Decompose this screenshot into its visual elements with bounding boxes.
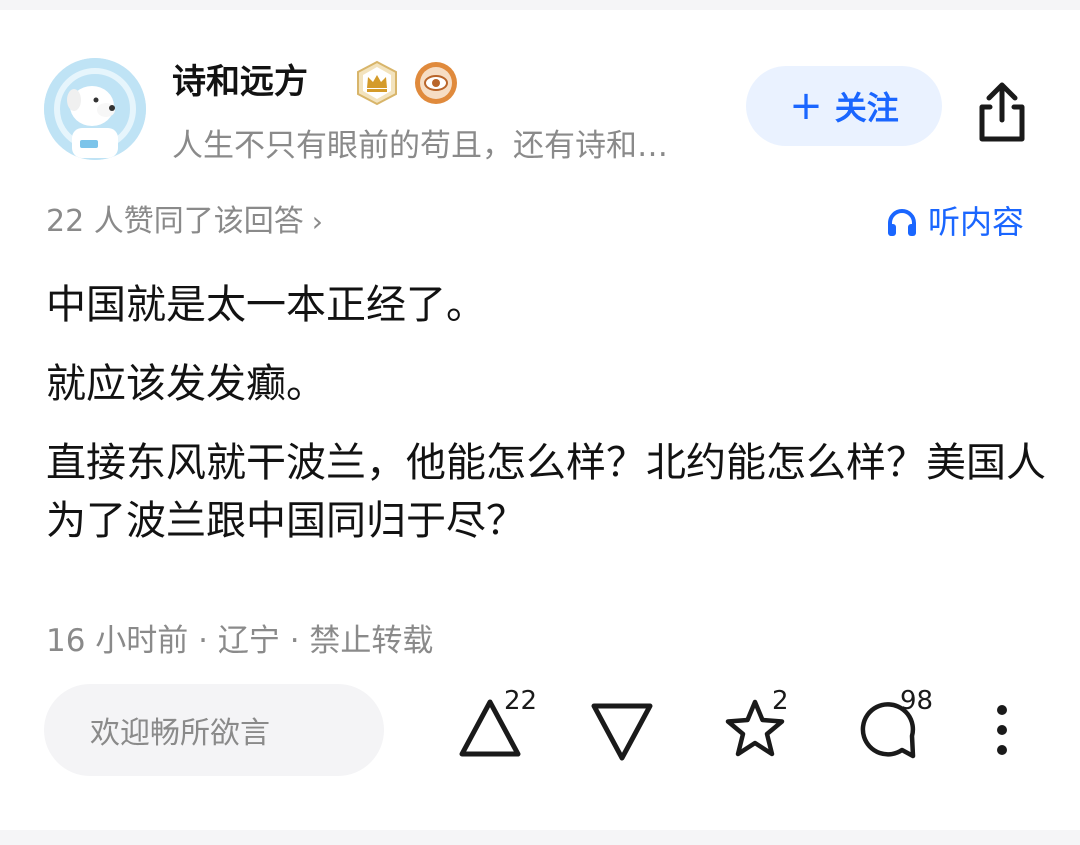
comment-button[interactable]: 98 (858, 686, 938, 764)
more-options-icon[interactable] (988, 704, 1016, 760)
listen-button[interactable]: 听内容 (886, 200, 1024, 244)
crown-badge-icon[interactable] (354, 60, 400, 106)
follow-button[interactable]: + 关注 (746, 66, 942, 146)
upvote-count: 22 (504, 686, 538, 716)
follow-label: 关注 (834, 89, 899, 127)
comment-count: 98 (900, 686, 934, 716)
avatar[interactable] (44, 58, 146, 160)
downvote-triangle-icon (591, 703, 653, 761)
author-name[interactable]: 诗和远方 (172, 62, 308, 102)
answer-paragraph: 直接东风就干波兰，他能怎么样？北约能怎么样？美国人为了波兰跟中国同归于尽？ (46, 440, 1046, 544)
share-icon[interactable] (972, 80, 1032, 146)
answer-card: 诗和远方 人生不只有眼前的苟且，还有诗和… + 关注 22 人赞同了该回答 › … (0, 10, 1080, 830)
answer-content: 中国就是太一本正经了。 就应该发发癫。 直接东风就干波兰，他能怎么样？北约能怎么… (46, 276, 1046, 571)
headphones-icon (888, 209, 916, 236)
upvote-summary-link[interactable]: 22 人赞同了该回答 › (46, 200, 323, 244)
answer-timestamp: 16 小时前 · 辽宁 · 禁止转载 (46, 623, 434, 659)
favorite-count: 2 (772, 686, 789, 716)
chevron-right-icon: › (311, 205, 323, 238)
avatar-dog-image (44, 58, 146, 160)
listen-label: 听内容 (928, 203, 1025, 241)
favorite-button[interactable]: 2 (722, 686, 792, 764)
eye-badge-icon[interactable] (413, 60, 459, 106)
answer-paragraph: 中国就是太一本正经了。 (46, 282, 486, 328)
upvote-summary-text: 22 人赞同了该回答 (46, 204, 304, 239)
plus-icon: + (789, 83, 823, 129)
comment-input[interactable]: 欢迎畅所欲言 (44, 684, 384, 776)
author-bio: 人生不只有眼前的苟且，还有诗和… (172, 128, 668, 164)
answer-paragraph: 就应该发发癫。 (46, 361, 326, 407)
comment-placeholder: 欢迎畅所欲言 (90, 716, 270, 751)
downvote-button[interactable] (590, 694, 656, 764)
upvote-button[interactable]: 22 (458, 686, 540, 764)
